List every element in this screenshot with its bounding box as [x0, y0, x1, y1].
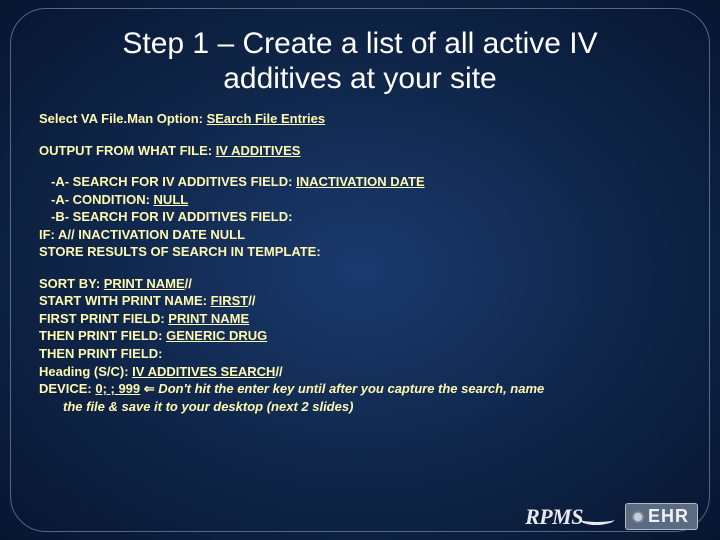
- line-then-field-2: THEN PRINT FIELD:: [39, 345, 681, 363]
- text: THEN PRINT FIELD:: [39, 328, 166, 343]
- line-select: Select VA File.Man Option: SEarch File E…: [39, 110, 681, 128]
- ehr-text: EHR: [648, 506, 689, 527]
- text: //: [185, 276, 192, 291]
- text: Heading (S/C):: [39, 364, 132, 379]
- underlined-value: 0; ; 999: [95, 381, 140, 396]
- underlined-value: GENERIC DRUG: [166, 328, 267, 343]
- underlined-value: NULL: [154, 192, 189, 207]
- rpms-text: RPMS: [525, 504, 583, 530]
- underlined-value: IV ADDITIVES SEARCH: [132, 364, 275, 379]
- line-store: STORE RESULTS OF SEARCH IN TEMPLATE:: [39, 243, 681, 261]
- line-then-field-1: THEN PRINT FIELD: GENERIC DRUG: [39, 327, 681, 345]
- device-note-1: Don't hit the enter key until after you …: [155, 381, 545, 396]
- text: SORT BY:: [39, 276, 104, 291]
- device-note-2: the file & save it to your desktop (next…: [39, 398, 681, 416]
- underlined-value: PRINT NAME: [104, 276, 185, 291]
- underlined-value: INACTIVATION DATE: [296, 174, 425, 189]
- text: -A- SEARCH FOR IV ADDITIVES FIELD:: [51, 174, 296, 189]
- underlined-value: IV ADDITIVES: [216, 143, 301, 158]
- text: -A- CONDITION:: [51, 192, 154, 207]
- line-b-field: -B- SEARCH FOR IV ADDITIVES FIELD:: [39, 208, 681, 226]
- line-sort: SORT BY: PRINT NAME//: [39, 275, 681, 293]
- underlined-value: SEarch File Entries: [207, 111, 326, 126]
- line-a-condition: -A- CONDITION: NULL: [39, 191, 681, 209]
- text: //: [248, 293, 255, 308]
- arrow-left-icon: ⇐: [144, 381, 155, 396]
- line-if: IF: A// INACTIVATION DATE NULL: [39, 226, 681, 244]
- underlined-value: FIRST: [211, 293, 249, 308]
- line-output: OUTPUT FROM WHAT FILE: IV ADDITIVES: [39, 142, 681, 160]
- underlined-value: PRINT NAME: [168, 311, 249, 326]
- text: START WITH PRINT NAME:: [39, 293, 211, 308]
- title-line-1: Step 1 – Create a list of all active IV: [122, 27, 597, 60]
- footer-logos: RPMS EHR: [525, 503, 698, 530]
- slide-title: Step 1 – Create a list of all active IV …: [39, 27, 681, 96]
- text: Select VA File.Man Option:: [39, 111, 207, 126]
- swoosh-icon: [581, 510, 615, 524]
- text: FIRST PRINT FIELD:: [39, 311, 168, 326]
- line-device: DEVICE: 0; ; 999 ⇐ Don't hit the enter k…: [39, 380, 681, 398]
- slide-frame: Step 1 – Create a list of all active IV …: [10, 8, 710, 532]
- line-start: START WITH PRINT NAME: FIRST//: [39, 292, 681, 310]
- rpms-logo: RPMS: [525, 504, 615, 530]
- line-a-field: -A- SEARCH FOR IV ADDITIVES FIELD: INACT…: [39, 173, 681, 191]
- title-line-2: additives at your site: [223, 62, 496, 95]
- line-heading: Heading (S/C): IV ADDITIVES SEARCH//: [39, 363, 681, 381]
- text: OUTPUT FROM WHAT FILE:: [39, 143, 216, 158]
- text: //: [275, 364, 282, 379]
- text: DEVICE:: [39, 381, 95, 396]
- slide-body: Select VA File.Man Option: SEarch File E…: [39, 110, 681, 415]
- dot-icon: [634, 513, 642, 521]
- line-first-field: FIRST PRINT FIELD: PRINT NAME: [39, 310, 681, 328]
- ehr-badge: EHR: [625, 503, 698, 530]
